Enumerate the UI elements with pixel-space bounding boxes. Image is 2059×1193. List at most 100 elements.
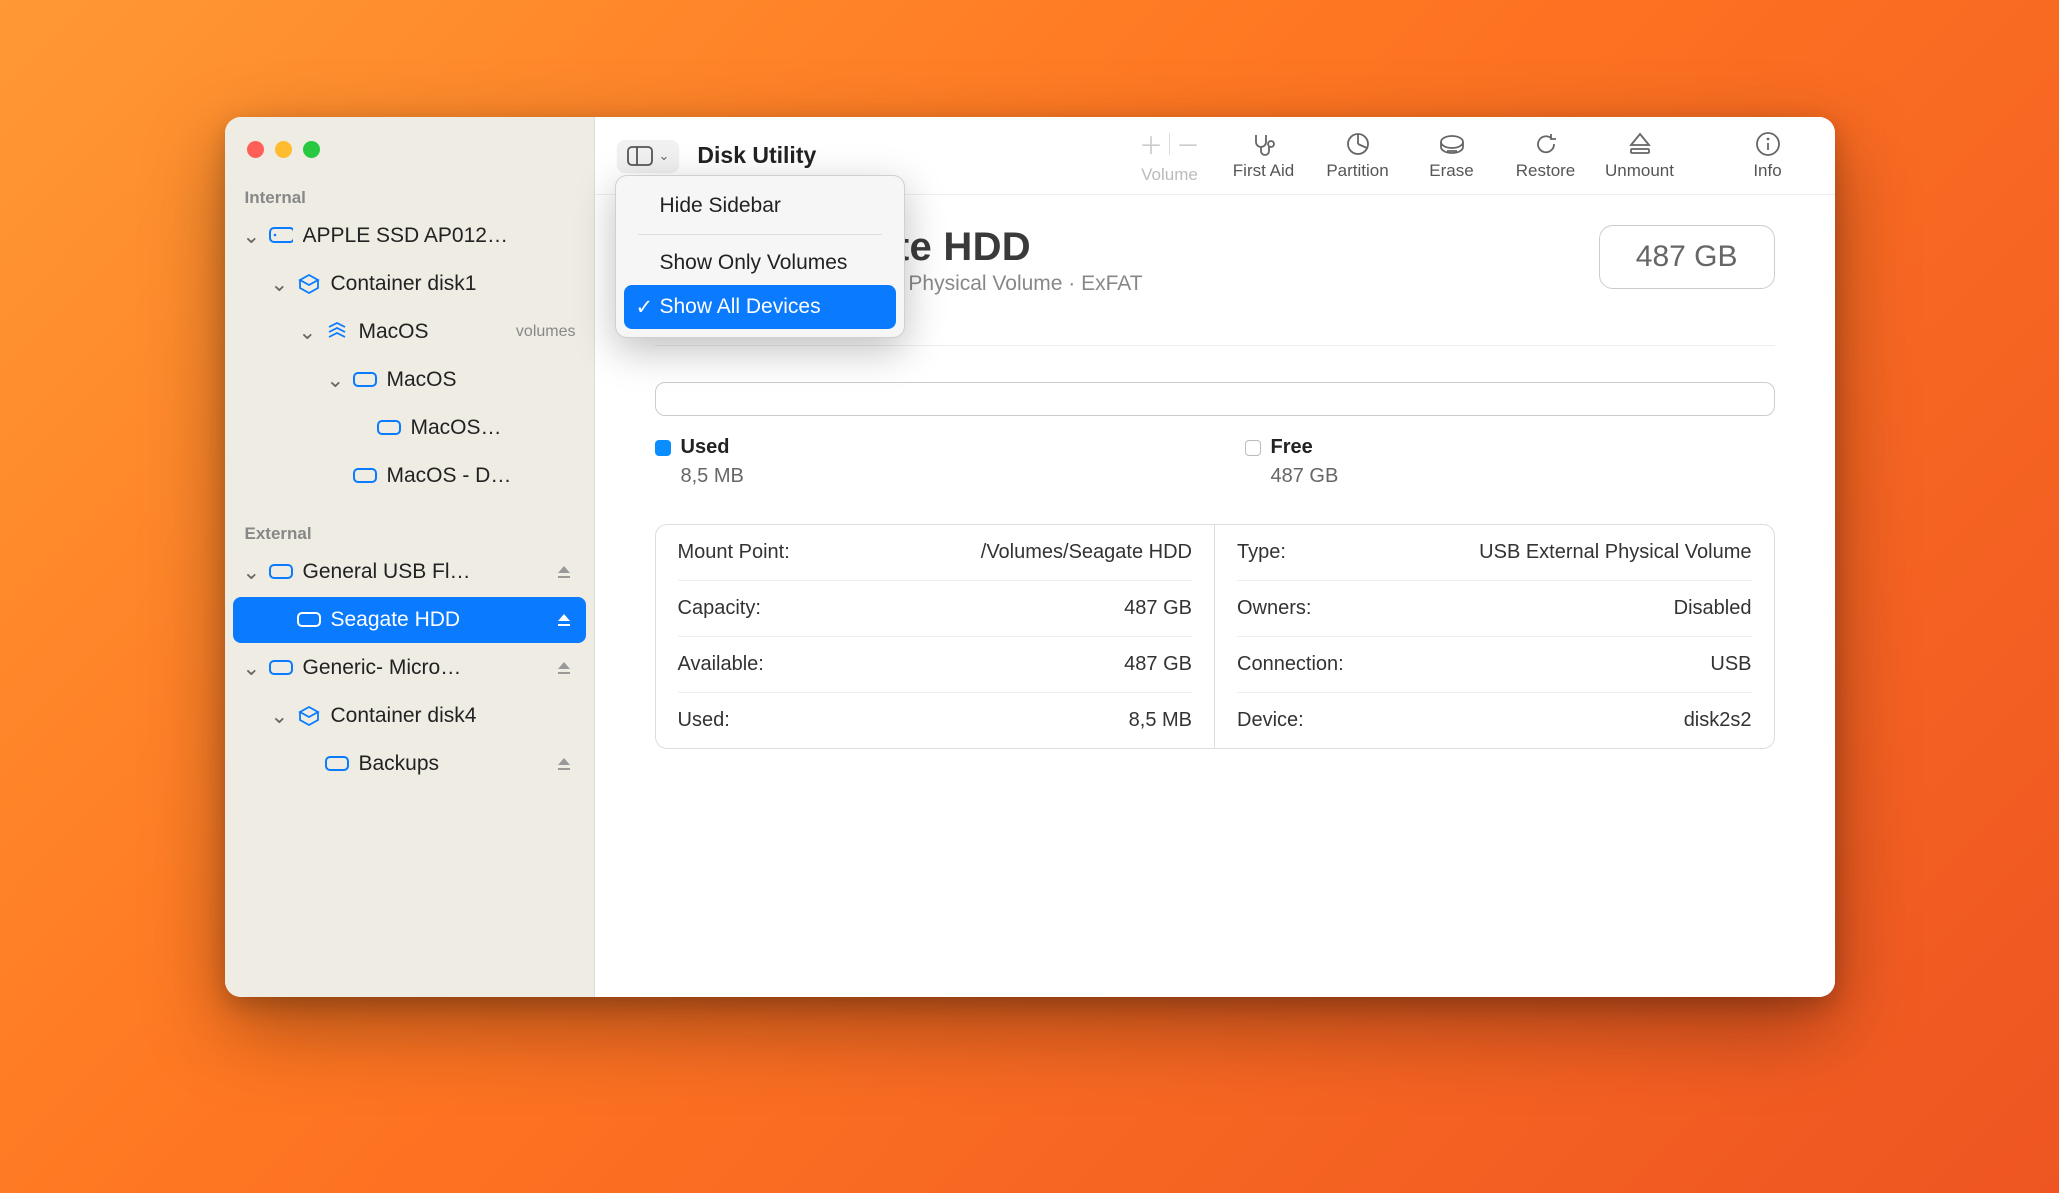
info-key: Type:	[1237, 541, 1286, 564]
info-row: Owners:Disabled	[1237, 581, 1752, 637]
usage-legend: Used 8,5 MB Free 487 GB	[655, 436, 1775, 488]
menu-item-show-all-devices[interactable]: Show All Devices	[624, 285, 896, 329]
info-key: Connection:	[1237, 653, 1344, 676]
sidebar-item-container-disk1[interactable]: ⌄ Container disk1	[233, 261, 586, 307]
toolbar-label: Partition	[1326, 161, 1388, 181]
toolbar-partition[interactable]: Partition	[1313, 131, 1403, 181]
sidebar-view-menu: Hide Sidebar Show Only Volumes Show All …	[615, 175, 905, 338]
disk-icon	[325, 756, 349, 772]
sidebar-item-label: Generic- Micro…	[303, 656, 546, 680]
info-row: Mount Point: /Volumes/Seagate HDD	[678, 525, 1193, 581]
info-value: 487 GB	[1124, 597, 1192, 620]
info-col-left: Mount Point: /Volumes/Seagate HDD Capacit…	[656, 525, 1216, 748]
toolbar-label: First Aid	[1233, 161, 1294, 181]
used-value: 8,5 MB	[655, 465, 1185, 488]
fullscreen-button[interactable]	[303, 141, 320, 158]
menu-separator	[638, 234, 882, 235]
window-controls	[225, 133, 594, 182]
sidebar-item-label: Backups	[359, 752, 546, 776]
toolbar-restore[interactable]: Restore	[1501, 131, 1591, 181]
sidebar-item-macos-data[interactable]: MacOS - D…	[233, 453, 586, 499]
eject-icon[interactable]	[556, 756, 576, 772]
info-key: Used:	[678, 709, 730, 732]
used-swatch	[655, 440, 671, 456]
toolbar-label: Info	[1753, 161, 1781, 181]
menu-item-hide-sidebar[interactable]: Hide Sidebar	[624, 184, 896, 228]
disk-icon	[297, 612, 321, 628]
sidebar-item-general-usb[interactable]: ⌄ General USB Fl…	[233, 549, 586, 595]
chevron-down-icon: ⌄	[271, 704, 287, 729]
disk-icon	[269, 227, 293, 245]
info-row: Device:disk2s2	[1237, 693, 1752, 748]
toolbar-unmount[interactable]: Unmount	[1595, 131, 1685, 181]
chevron-down-icon: ⌄	[271, 272, 287, 297]
info-value: 487 GB	[1124, 653, 1192, 676]
info-value: 8,5 MB	[1129, 709, 1192, 732]
info-row: Available: 487 GB	[678, 637, 1193, 693]
capacity-pill: 487 GB	[1599, 225, 1775, 289]
chevron-down-icon: ⌄	[659, 148, 670, 164]
info-row: Type:USB External Physical Volume	[1237, 525, 1752, 581]
sidebar-item-label: APPLE SSD AP012…	[303, 224, 576, 248]
sidebar-item-macos-volumes[interactable]: ⌄ MacOS volumes	[233, 309, 586, 355]
sidebar: Internal ⌄ APPLE SSD AP012… ⌄ Container …	[225, 117, 595, 997]
eject-icon[interactable]	[556, 564, 576, 580]
sidebar-item-label: MacOS	[387, 368, 576, 392]
chevron-down-icon: ⌄	[243, 656, 259, 681]
eject-icon[interactable]	[556, 660, 576, 676]
pie-icon	[1345, 131, 1371, 157]
info-icon	[1755, 131, 1781, 157]
sidebar-view-button[interactable]: ⌄	[617, 140, 680, 172]
sidebar-item-seagate-hdd[interactable]: Seagate HDD	[233, 597, 586, 643]
sidebar-item-label: Container disk1	[331, 272, 576, 296]
close-button[interactable]	[247, 141, 264, 158]
toolbar-first-aid[interactable]: First Aid	[1219, 131, 1309, 181]
disk-icon	[269, 660, 293, 676]
sidebar-item-backups[interactable]: Backups	[233, 741, 586, 787]
disk-icon	[353, 372, 377, 388]
eject-icon[interactable]	[556, 612, 576, 628]
minimize-button[interactable]	[275, 141, 292, 158]
toolbar-erase[interactable]: Erase	[1407, 131, 1497, 181]
sidebar-section-internal: Internal	[225, 182, 594, 212]
stethoscope-icon	[1251, 131, 1277, 157]
used-label: Used	[681, 436, 730, 459]
sidebar-item-label: General USB Fl…	[303, 560, 546, 584]
disk-utility-window: Internal ⌄ APPLE SSD AP012… ⌄ Container …	[225, 117, 1835, 997]
toolbar-label: Restore	[1516, 161, 1576, 181]
info-value: USB	[1710, 653, 1751, 676]
sidebar-item-label: Seagate HDD	[331, 608, 546, 632]
info-key: Available:	[678, 653, 764, 676]
sidebar-item-label: MacOS…	[411, 416, 576, 440]
sidebar-item-macos-snapshot[interactable]: MacOS…	[233, 405, 586, 451]
chevron-down-icon: ⌄	[299, 320, 315, 345]
info-value: /Volumes/Seagate HDD	[981, 541, 1192, 564]
sidebar-item-label: MacOS	[359, 320, 502, 344]
container-icon	[297, 273, 321, 295]
sidebar-item-container-disk4[interactable]: ⌄ Container disk4	[233, 693, 586, 739]
menu-item-show-only-volumes[interactable]: Show Only Volumes	[624, 241, 896, 285]
free-label: Free	[1271, 436, 1313, 459]
toolbar-volume-group: ＋－ Volume	[1125, 126, 1215, 185]
minus-icon[interactable]: －	[1176, 126, 1200, 161]
info-key: Mount Point:	[678, 541, 790, 564]
free-swatch	[1245, 440, 1261, 456]
plus-icon[interactable]: ＋	[1139, 126, 1163, 161]
erase-icon	[1437, 131, 1467, 157]
container-icon	[297, 705, 321, 727]
window-title: Disk Utility	[697, 142, 816, 169]
sidebar-item-label: MacOS - D…	[387, 464, 576, 488]
toolbar-label: Erase	[1429, 161, 1473, 181]
sidebar-section-external: External	[225, 518, 594, 548]
free-value: 487 GB	[1245, 465, 1775, 488]
volumes-icon	[325, 321, 349, 343]
sidebar-item-macos[interactable]: ⌄ MacOS	[233, 357, 586, 403]
info-value: Disabled	[1674, 597, 1752, 620]
info-row: Capacity:487 GB	[678, 581, 1193, 637]
chevron-down-icon: ⌄	[243, 224, 259, 249]
toolbar-info[interactable]: Info	[1723, 131, 1813, 181]
sidebar-item-generic-micro[interactable]: ⌄ Generic- Micro…	[233, 645, 586, 691]
disk-icon	[269, 564, 293, 580]
sidebar-item-apple-ssd[interactable]: ⌄ APPLE SSD AP012…	[233, 213, 586, 259]
info-value: disk2s2	[1684, 709, 1752, 732]
